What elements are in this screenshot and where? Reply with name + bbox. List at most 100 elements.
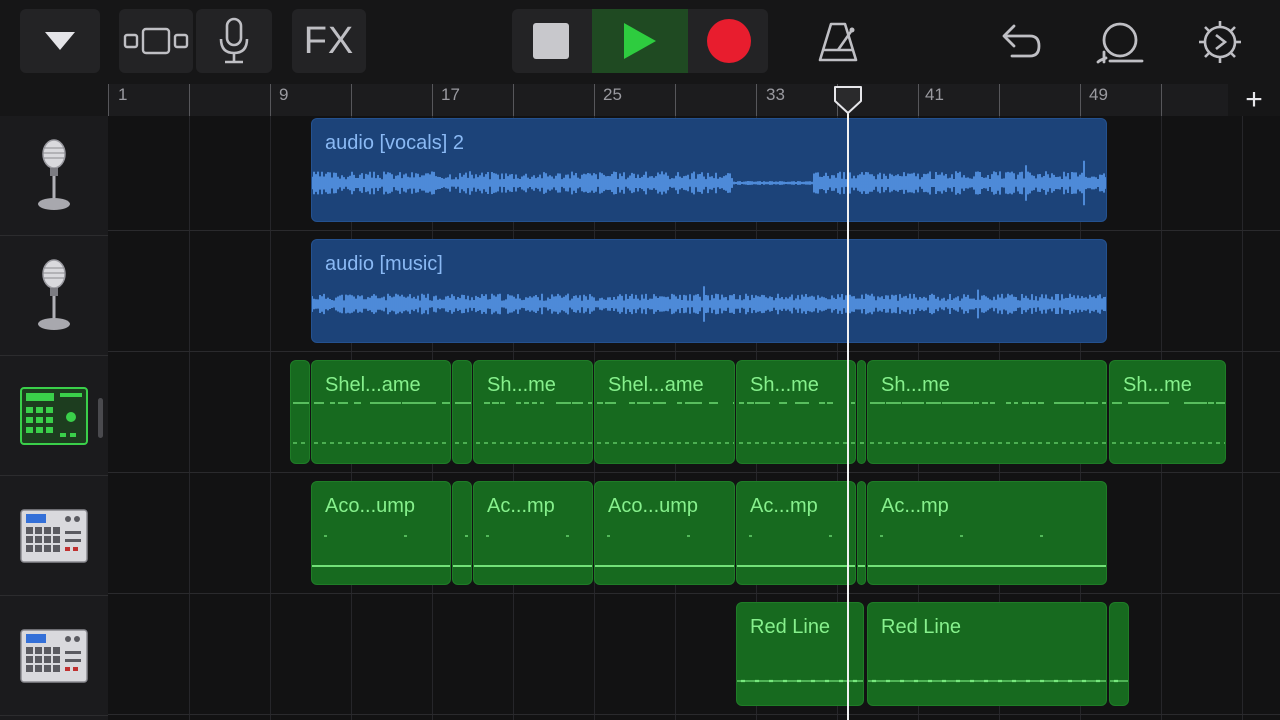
- midi-region-beat[interactable]: Sh...me: [1109, 360, 1226, 464]
- midi-notes: [868, 535, 1106, 567]
- ruler-tick: [432, 84, 433, 116]
- audio-waveform: [312, 286, 1106, 322]
- loop-browser-icon: [1096, 22, 1144, 64]
- midi-region-beat[interactable]: Sh...me: [867, 360, 1107, 464]
- ruler-label: 25: [603, 85, 622, 104]
- midi-notes: [737, 535, 855, 567]
- settings-button[interactable]: [1192, 14, 1248, 70]
- grid-line: [270, 116, 271, 720]
- track-header-vocals[interactable]: [0, 116, 108, 236]
- track-header-drum-machine[interactable]: [0, 476, 108, 596]
- microphone-instrument-icon: [38, 258, 70, 330]
- view-switch-icon: [123, 27, 189, 55]
- track-header-music[interactable]: [0, 236, 108, 356]
- ruler-label: 17: [441, 85, 460, 104]
- timeline-ruler[interactable]: 1 9 17 25 33 41 49: [108, 84, 1280, 117]
- midi-region-beat[interactable]: Shel...ame: [311, 360, 451, 464]
- midi-region-drums[interactable]: Ac...mp: [736, 481, 856, 585]
- stop-icon: [533, 23, 569, 59]
- undo-icon: [1002, 24, 1041, 58]
- midi-region-stub[interactable]: [857, 481, 866, 585]
- midi-region-beat[interactable]: Sh...me: [473, 360, 593, 464]
- chevron-down-icon: [45, 32, 75, 50]
- midi-region-beat[interactable]: Shel...ame: [594, 360, 735, 464]
- track-separator: [108, 230, 1280, 231]
- ruler-tick: [351, 84, 352, 116]
- ruler-label: 1: [118, 85, 128, 104]
- midi-notes: [860, 442, 864, 444]
- view-switch-button[interactable]: [119, 9, 193, 73]
- midi-notes: [597, 402, 734, 444]
- metronome-icon: [818, 22, 858, 62]
- microphone-button[interactable]: [196, 9, 272, 73]
- undo-button[interactable]: [992, 14, 1048, 70]
- add-section-button[interactable]: +: [1228, 83, 1280, 116]
- ruler-tick: [999, 84, 1000, 116]
- track-header-beat-sequencer[interactable]: [0, 356, 108, 476]
- track-header-drum-machine-2[interactable]: [0, 596, 108, 716]
- grid-line: [189, 116, 190, 720]
- midi-region-drums[interactable]: Aco...ump: [594, 481, 735, 585]
- track-separator: [108, 714, 1280, 715]
- toolbar: FX: [0, 0, 1280, 84]
- track-separator: [108, 351, 1280, 352]
- midi-notes: [868, 679, 1106, 683]
- audio-region-music[interactable]: audio [music]: [311, 239, 1107, 343]
- ruler-tick: [1161, 84, 1162, 116]
- tracks-menu-button[interactable]: [20, 9, 100, 73]
- audio-waveform: [312, 160, 1106, 206]
- ruler-tick: [756, 84, 757, 116]
- midi-region-stub[interactable]: [290, 360, 310, 464]
- midi-region-stub[interactable]: [452, 360, 472, 464]
- tracks-area[interactable]: audio [vocals] 2 audio [music] Shel...am…: [108, 116, 1280, 720]
- midi-region-red-line[interactable]: Red Line: [867, 602, 1107, 706]
- metronome-button[interactable]: [810, 14, 866, 70]
- midi-region-stub[interactable]: [1109, 602, 1129, 706]
- fx-label: FX: [303, 19, 355, 62]
- midi-notes: [453, 535, 471, 567]
- fx-button[interactable]: FX: [292, 9, 366, 73]
- midi-region-red-line[interactable]: Red Line: [736, 602, 864, 706]
- midi-region-stub[interactable]: [452, 481, 472, 585]
- midi-notes: [293, 402, 309, 444]
- ruler-label: 41: [925, 85, 944, 104]
- transport-controls: [512, 9, 768, 73]
- midi-notes: [455, 402, 471, 444]
- waveform-path: [312, 160, 1106, 206]
- audio-region-vocals[interactable]: audio [vocals] 2: [311, 118, 1107, 222]
- microphone-icon: [219, 17, 249, 64]
- track-separator: [108, 593, 1280, 594]
- ruler-tick: [189, 84, 190, 116]
- loop-browser-button[interactable]: [1092, 14, 1148, 70]
- ruler-tick: [1080, 84, 1081, 116]
- ruler-tick: [918, 84, 919, 116]
- midi-region-stub[interactable]: [857, 360, 866, 464]
- drum-machine-icon: [20, 628, 88, 683]
- record-button[interactable]: [690, 9, 768, 73]
- midi-region-drums[interactable]: Ac...mp: [867, 481, 1107, 585]
- midi-notes: [870, 402, 1106, 444]
- ruler-label: 9: [279, 85, 289, 104]
- midi-notes: [1110, 679, 1128, 683]
- drum-machine-icon: [20, 508, 88, 563]
- settings-icon: [1199, 21, 1241, 63]
- record-icon: [707, 19, 751, 63]
- track-headers: [0, 116, 108, 720]
- midi-region-beat[interactable]: Sh...me: [736, 360, 856, 464]
- ruler-label: 49: [1089, 85, 1108, 104]
- playhead-handle[interactable]: [833, 85, 863, 115]
- midi-notes: [858, 565, 865, 567]
- ruler-label: 33: [766, 85, 785, 104]
- ruler-tick: [513, 84, 514, 116]
- midi-notes: [314, 402, 450, 444]
- ruler-tick: [675, 84, 676, 116]
- midi-notes: [312, 535, 450, 567]
- stop-button[interactable]: [512, 9, 590, 73]
- play-button[interactable]: [592, 9, 688, 73]
- track-resize-handle[interactable]: [98, 398, 103, 438]
- midi-notes: [595, 535, 734, 567]
- playhead-line: [847, 100, 849, 720]
- midi-region-drums[interactable]: Ac...mp: [473, 481, 593, 585]
- track-separator: [108, 472, 1280, 473]
- midi-region-drums[interactable]: Aco...ump: [311, 481, 451, 585]
